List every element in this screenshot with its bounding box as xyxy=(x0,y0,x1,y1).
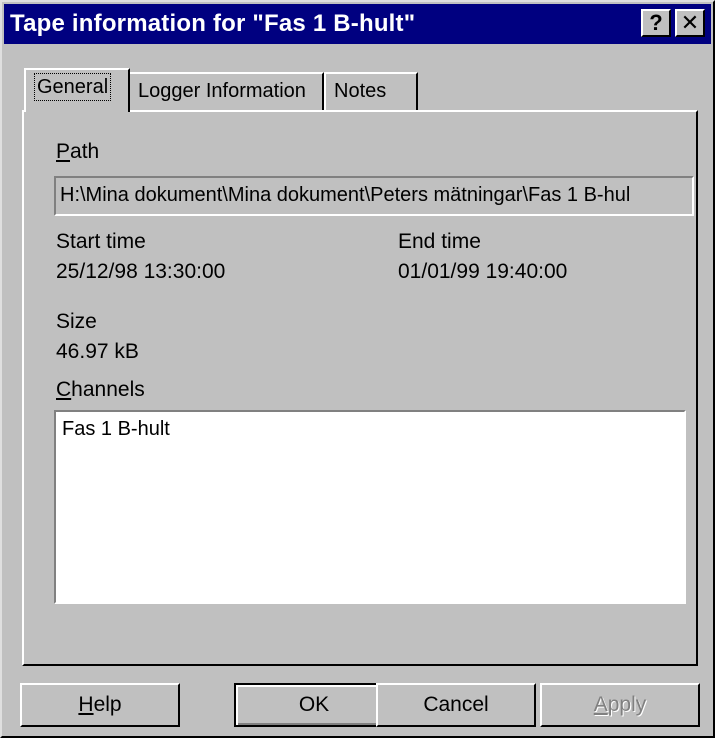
general-tab-panel: Path H:\Mina dokument\Mina dokument\Pete… xyxy=(22,110,698,666)
size-label: Size xyxy=(56,310,97,333)
channels-list[interactable]: Fas 1 B-hult xyxy=(54,410,686,604)
size-value: 46.97 kB xyxy=(56,340,139,363)
apply-button[interactable]: Apply xyxy=(540,683,700,727)
tab-logger-information[interactable]: Logger Information xyxy=(128,72,324,110)
tab-label: Logger Information xyxy=(138,80,306,102)
end-time-value: 01/01/99 19:40:00 xyxy=(398,260,568,283)
path-field[interactable]: H:\Mina dokument\Mina dokument\Peters mä… xyxy=(54,176,694,216)
tape-information-dialog: Tape information for "Fas 1 B-hult" ? ✕ … xyxy=(0,0,715,738)
start-time-label: Start time xyxy=(56,230,146,253)
start-time-value: 25/12/98 13:30:00 xyxy=(56,260,226,283)
channels-label: Channels xyxy=(56,378,145,401)
close-icon[interactable]: ✕ xyxy=(675,9,705,37)
ok-button[interactable]: OK xyxy=(234,683,394,727)
end-time-label: End time xyxy=(398,230,481,253)
cancel-button[interactable]: Cancel xyxy=(376,683,536,727)
window-title: Tape information for "Fas 1 B-hult" xyxy=(10,10,416,37)
tab-notes[interactable]: Notes xyxy=(324,72,418,110)
tab-label: General xyxy=(34,73,112,101)
title-bar[interactable]: Tape information for "Fas 1 B-hult" ? ✕ xyxy=(4,4,711,44)
help-button[interactable]: Help xyxy=(20,683,180,727)
tab-label: Notes xyxy=(334,80,387,102)
path-label: Path xyxy=(56,140,100,163)
help-icon[interactable]: ? xyxy=(641,9,671,37)
tab-general[interactable]: General xyxy=(24,68,130,112)
list-item[interactable]: Fas 1 B-hult xyxy=(62,418,678,441)
